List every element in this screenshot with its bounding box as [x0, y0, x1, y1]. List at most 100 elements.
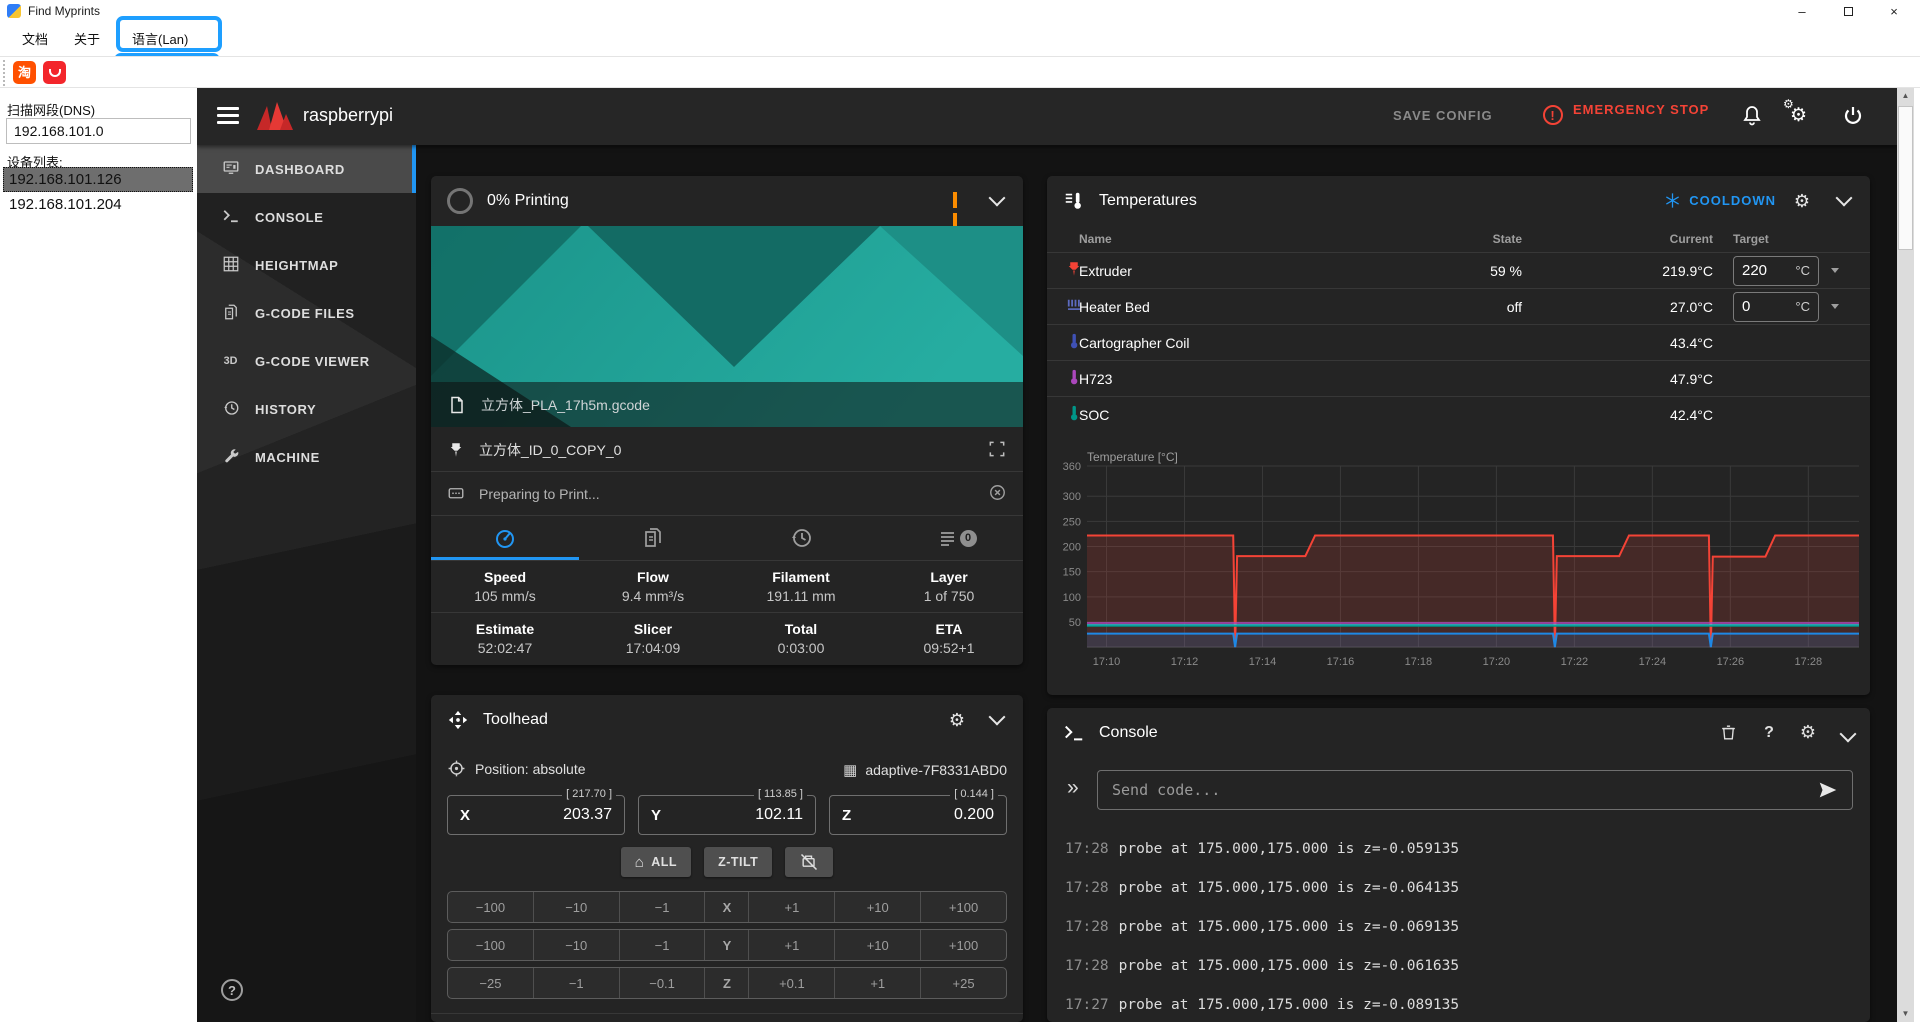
- page-scrollbar[interactable]: ▲ ▼: [1897, 88, 1914, 1022]
- hamburger-menu-icon[interactable]: [217, 107, 239, 125]
- svg-text:17:20: 17:20: [1483, 656, 1511, 668]
- heater-name[interactable]: Cartographer Coil: [1077, 335, 1377, 351]
- mainsail-logo-icon[interactable]: [255, 100, 295, 137]
- jog-button[interactable]: −1: [534, 968, 620, 998]
- axis-input-y[interactable]: [ 113.85 ]Y102.11: [638, 795, 816, 835]
- menu-item-about[interactable]: 关于: [68, 28, 106, 52]
- power-icon[interactable]: [1841, 104, 1867, 130]
- printer-hostname: raspberrypi: [303, 105, 393, 126]
- notifications-bell-icon[interactable]: [1740, 104, 1766, 130]
- z-tilt-button[interactable]: Z-TILT: [704, 847, 772, 877]
- tab-speed-stats[interactable]: [431, 516, 579, 560]
- jog-button[interactable]: −1: [620, 930, 706, 960]
- target-value: 220: [1742, 262, 1767, 279]
- jog-button[interactable]: −100: [448, 930, 534, 960]
- toolhead-collapse-chevron-icon[interactable]: [989, 709, 1006, 726]
- jog-button[interactable]: −10: [534, 892, 620, 922]
- menu-item-language[interactable]: 语言(Lan): [126, 28, 194, 52]
- jog-button[interactable]: +0.1: [749, 968, 835, 998]
- jog-button[interactable]: +1: [835, 968, 921, 998]
- heater-name[interactable]: SOC: [1077, 407, 1377, 423]
- pause-button[interactable]: [953, 192, 967, 208]
- dismiss-message-icon[interactable]: [988, 483, 1007, 502]
- jog-button[interactable]: +10: [835, 930, 921, 960]
- scrollbar-up-arrow[interactable]: ▲: [1897, 88, 1914, 104]
- tab-exclude-objects[interactable]: 0: [875, 516, 1023, 560]
- sidebar-item-history[interactable]: HISTORY: [197, 385, 416, 433]
- toolbar-drag-handle[interactable]: [3, 60, 7, 86]
- heater-state: off: [1377, 299, 1522, 315]
- temp-row-soc: SOC42.4°C: [1047, 396, 1870, 432]
- sidebar-item-heightmap[interactable]: HEIGHTMAP: [197, 241, 416, 289]
- emergency-stop-button[interactable]: !EMERGENCY STOP: [1543, 102, 1709, 125]
- command-help-icon[interactable]: ?: [1764, 724, 1774, 742]
- console-collapse-chevron-icon[interactable]: [1840, 725, 1857, 742]
- jog-button[interactable]: −25: [448, 968, 534, 998]
- svg-text:17:10: 17:10: [1093, 656, 1121, 668]
- temp-row-h723: H72347.9°C: [1047, 360, 1870, 396]
- device-list-item[interactable]: 192.168.101.204: [3, 192, 193, 217]
- heater-name[interactable]: Extruder: [1077, 263, 1377, 279]
- send-icon[interactable]: [1817, 779, 1839, 801]
- jog-button[interactable]: +10: [835, 892, 921, 922]
- temperatures-collapse-chevron-icon[interactable]: [1836, 190, 1853, 207]
- menu-item-document[interactable]: 文档: [16, 28, 54, 52]
- prompt-icon[interactable]: »: [1067, 776, 1079, 800]
- minimize-button[interactable]: –: [1779, 0, 1825, 24]
- collapse-chevron-icon[interactable]: [989, 190, 1006, 207]
- jog-button[interactable]: −0.1: [620, 968, 706, 998]
- subnet-input[interactable]: [6, 118, 191, 144]
- bed-mesh-label[interactable]: ▦adaptive-7F8331ABD0: [843, 761, 1007, 779]
- help-icon[interactable]: ?: [221, 979, 243, 1001]
- scrollbar-down-arrow[interactable]: ▼: [1897, 1006, 1914, 1022]
- axis-input-z[interactable]: [ 0.144 ]Z0.200: [829, 795, 1007, 835]
- jog-button[interactable]: +1: [749, 930, 835, 960]
- toolhead-settings-gear-icon[interactable]: ⚙: [949, 710, 965, 731]
- thermometer-icon: [1047, 368, 1077, 389]
- jog-button[interactable]: +100: [921, 930, 1006, 960]
- preset-dropdown-caret[interactable]: [1831, 304, 1839, 309]
- jog-button[interactable]: −100: [448, 892, 534, 922]
- jog-button[interactable]: −10: [534, 930, 620, 960]
- red-store-icon[interactable]: [43, 61, 66, 84]
- sidebar-item-console[interactable]: CONSOLE: [197, 193, 416, 241]
- target-temp-input[interactable]: 0°C: [1733, 292, 1819, 322]
- sidebar-item-machine[interactable]: MACHINE: [197, 433, 416, 481]
- motors-off-button[interactable]: [785, 847, 833, 877]
- jog-button[interactable]: +1: [749, 892, 835, 922]
- axis-value: 102.11: [755, 806, 803, 824]
- home-all-button[interactable]: ⌂ALL: [621, 847, 691, 877]
- console-command-input[interactable]: [1097, 770, 1853, 810]
- device-list-item[interactable]: 192.168.101.126: [3, 167, 193, 192]
- close-button[interactable]: ×: [1871, 0, 1917, 24]
- save-config-button[interactable]: SAVE CONFIG: [1393, 108, 1493, 123]
- exclude-object-icon[interactable]: [987, 439, 1007, 459]
- sidebar-item-g-code-files[interactable]: G-CODE FILES: [197, 289, 416, 337]
- sidebar-item-g-code-viewer[interactable]: 3DG-CODE VIEWER: [197, 337, 416, 385]
- sidebar-item-label: MACHINE: [255, 450, 320, 465]
- jog-button[interactable]: −1: [620, 892, 706, 922]
- heater-name[interactable]: H723: [1077, 371, 1377, 387]
- preset-dropdown-caret[interactable]: [1831, 268, 1839, 273]
- toolhead-card: Toolhead ⚙ Position: absolute ▦adaptive-…: [431, 695, 1023, 1022]
- cooldown-button[interactable]: COOLDOWN: [1664, 192, 1776, 209]
- menubar: 文档 关于 语言(Lan): [0, 24, 1920, 56]
- console-card-header: Console ? ⚙: [1047, 708, 1870, 758]
- axis-input-x[interactable]: [ 217.70 ]X203.37: [447, 795, 625, 835]
- sidebar-item-label: DASHBOARD: [255, 162, 345, 177]
- scrollbar-thumb[interactable]: [1898, 106, 1913, 250]
- temperatures-settings-gear-icon[interactable]: ⚙: [1794, 191, 1810, 212]
- jog-button[interactable]: +100: [921, 892, 1006, 922]
- sidebar-item-dashboard[interactable]: DASHBOARD: [197, 145, 416, 193]
- console-settings-gear-icon[interactable]: ⚙: [1800, 722, 1816, 743]
- maximize-button[interactable]: [1825, 0, 1871, 24]
- jog-button[interactable]: +25: [921, 968, 1006, 998]
- tab-file-info[interactable]: [579, 516, 727, 560]
- heater-name[interactable]: Heater Bed: [1077, 299, 1377, 315]
- target-temp-input[interactable]: 220°C: [1733, 256, 1819, 286]
- interface-settings-icon[interactable]: ⚙⚙: [1790, 104, 1816, 130]
- tab-history[interactable]: [727, 516, 875, 560]
- taobao-icon[interactable]: 淘: [13, 61, 36, 84]
- device-scanner-panel: 扫描网段(DNS) 设备列表: 192.168.101.126192.168.1…: [0, 88, 197, 1032]
- clear-console-trash-icon[interactable]: [1719, 723, 1738, 742]
